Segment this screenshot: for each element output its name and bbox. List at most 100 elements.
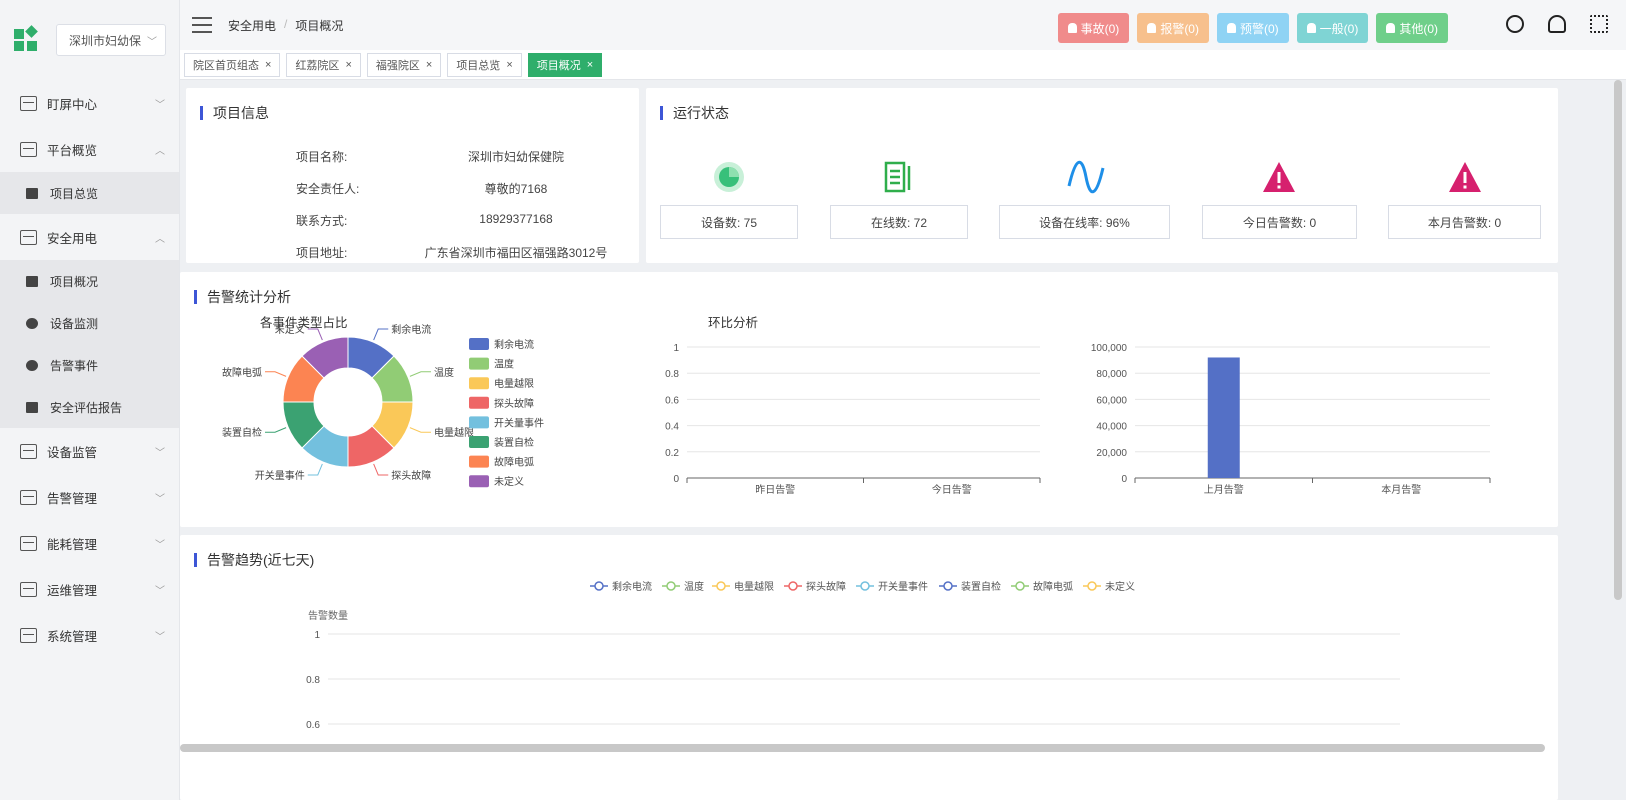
bar bbox=[1207, 357, 1240, 478]
bell-icon bbox=[26, 359, 38, 371]
close-icon[interactable]: × bbox=[345, 59, 351, 71]
legend-swatch bbox=[469, 338, 489, 350]
qrcode-icon[interactable] bbox=[1590, 15, 1608, 33]
legend-label: 探头故障 bbox=[494, 397, 534, 410]
warning-alarm-button[interactable]: 预警(0) bbox=[1216, 13, 1289, 43]
stat-label: 设备在线率: 96% bbox=[1039, 215, 1130, 230]
alarm-buttons: 事故(0) 报警(0) 预警(0) 一般(0) 其他(0) bbox=[1057, 13, 1448, 43]
menu-icon bbox=[20, 141, 37, 157]
bell-icon bbox=[1306, 23, 1316, 33]
legend-swatch bbox=[469, 436, 489, 448]
sidebar-subitem-project-status[interactable]: 项目概况 bbox=[0, 260, 179, 302]
sidebar-item-alarm-mgmt[interactable]: 告警管理 ﹀ bbox=[0, 474, 179, 520]
alarm-analysis-charts: 各事件类型占比 剩余电流温度电量越限探头故障开关量事件装置自检故障电弧未定义 剩… bbox=[222, 315, 1491, 496]
alarm-button-label: 预警(0) bbox=[1239, 21, 1279, 36]
legend-label: 电量越限 bbox=[734, 580, 774, 593]
legend-label: 剩余电流 bbox=[612, 580, 652, 593]
sidebar-subitem-alarm-events[interactable]: 告警事件 bbox=[0, 344, 179, 386]
tab-project-overview[interactable]: 项目总览 × bbox=[447, 52, 522, 77]
tab-honglie-campus[interactable]: 红荔院区 × bbox=[286, 52, 361, 77]
tab-fuqiang-campus[interactable]: 福强院区 × bbox=[366, 52, 442, 77]
info-key: 项目名称: bbox=[296, 150, 348, 164]
general-alarm-button[interactable]: 一般(0) bbox=[1296, 13, 1369, 43]
sidebar-subitem-safety-report[interactable]: 安全评估报告 bbox=[0, 386, 179, 428]
logo-row: 深圳市妇幼保 ﹀ bbox=[0, 0, 179, 80]
pie-icon bbox=[714, 162, 744, 192]
y-tick-label: 20,000 bbox=[1096, 448, 1127, 459]
menu-icon bbox=[20, 95, 37, 111]
pie-label-line bbox=[307, 328, 323, 341]
sidebar-subitem-project-overview[interactable]: 项目总览 bbox=[0, 172, 179, 214]
org-select[interactable]: 深圳市妇幼保 ﹀ bbox=[56, 24, 166, 56]
side-menu: 盯屏中心 ﹀ 平台概览 ︿ 项目总览 安全用电 ︿ 项目概况 设备监测 告警事件… bbox=[0, 80, 179, 658]
sidebar-item-safety-power[interactable]: 安全用电 ︿ bbox=[0, 214, 179, 260]
vertical-scrollbar[interactable] bbox=[1614, 80, 1622, 600]
sidebar-item-energy-mgmt[interactable]: 能耗管理 ﹀ bbox=[0, 520, 179, 566]
pie-label-line bbox=[265, 427, 287, 433]
sidebar-item-label: 系统管理 bbox=[47, 629, 98, 644]
header-icons bbox=[1506, 15, 1608, 33]
close-icon[interactable]: × bbox=[426, 59, 432, 71]
pie-slice-label: 温度 bbox=[434, 366, 454, 379]
camera-icon bbox=[26, 317, 38, 329]
alarm-button[interactable]: 报警(0) bbox=[1137, 13, 1209, 43]
tab-label: 福强院区 bbox=[375, 59, 420, 72]
y-tick-label: 80,000 bbox=[1096, 369, 1127, 380]
project-info-panel: 项目信息 项目名称: 深圳市妇幼保健院 安全责任人: 尊敬的7168 联系方式: 18… bbox=[186, 88, 639, 263]
legend-swatch bbox=[469, 475, 489, 488]
breadcrumb-item: 项目概况 bbox=[295, 18, 344, 33]
pie-label-line bbox=[307, 463, 323, 476]
online-count-box: 在线数: 72 bbox=[830, 205, 968, 239]
sidebar-subitem-device-monitor[interactable]: 设备监测 bbox=[0, 302, 179, 344]
bell-icon bbox=[1067, 23, 1077, 33]
pie-label-line bbox=[373, 328, 389, 341]
org-select-label: 深圳市妇幼保 bbox=[69, 33, 142, 48]
legend-label: 故障电弧 bbox=[494, 456, 534, 469]
y-tick-label: 0.6 bbox=[306, 720, 320, 731]
y-tick-label: 0 bbox=[673, 474, 679, 485]
legend-label: 温度 bbox=[494, 358, 514, 371]
tab-bar: 院区首页组态 × 红荔院区 × 福强院区 × 项目总览 × 项目概况 × bbox=[180, 50, 1626, 80]
breadcrumb-item[interactable]: 安全用电 bbox=[228, 17, 276, 34]
y-tick-label: 0.4 bbox=[665, 422, 679, 433]
bell-icon bbox=[1226, 23, 1236, 33]
tab-campus-home[interactable]: 院区首页组态 × bbox=[184, 52, 281, 77]
info-row: 项目地址: 广东省深圳市福田区福强路3012号 bbox=[186, 244, 626, 261]
sidebar-item-device-mgmt[interactable]: 设备监管 ﹀ bbox=[0, 428, 179, 474]
user-icon[interactable] bbox=[1548, 15, 1566, 33]
table-icon bbox=[26, 187, 38, 199]
sidebar-item-ops-mgmt[interactable]: 运维管理 ﹀ bbox=[0, 566, 179, 612]
trend-ylabel: 告警数量 bbox=[308, 609, 348, 622]
tab-label: 院区首页组态 bbox=[193, 59, 259, 72]
gear-icon[interactable] bbox=[1506, 15, 1524, 33]
close-icon[interactable]: × bbox=[265, 59, 271, 71]
horizontal-scrollbar[interactable] bbox=[180, 744, 1545, 752]
legend-swatch bbox=[469, 396, 489, 409]
other-alarm-button[interactable]: 其他(0) bbox=[1376, 13, 1448, 43]
info-key: 安全责任人: bbox=[296, 182, 360, 196]
legend-label: 探头故障 bbox=[806, 580, 846, 593]
stat-label: 今日告警数: 0 bbox=[1242, 215, 1317, 230]
y-tick-label: 40,000 bbox=[1096, 422, 1127, 433]
pie-slice-label: 未定义 bbox=[275, 323, 305, 336]
x-tick-label: 上月告警 bbox=[1204, 483, 1244, 496]
accident-alarm-button[interactable]: 事故(0) bbox=[1057, 13, 1130, 43]
legend-swatch bbox=[469, 455, 489, 468]
close-icon[interactable]: × bbox=[587, 59, 593, 71]
stat-label: 在线数: 72 bbox=[870, 215, 928, 230]
sidebar-item-monitor-center[interactable]: 盯屏中心 ﹀ bbox=[0, 80, 179, 126]
sidebar-item-platform-overview[interactable]: 平台概览 ︿ bbox=[0, 126, 179, 172]
legend-label: 未定义 bbox=[494, 475, 524, 488]
legend-swatch bbox=[469, 377, 489, 390]
sidebar-item-label: 盯屏中心 bbox=[47, 97, 98, 112]
info-key: 联系方式: bbox=[296, 214, 348, 228]
pie-slice-label: 故障电弧 bbox=[222, 366, 262, 379]
close-icon[interactable]: × bbox=[506, 59, 512, 71]
legend-label: 故障电弧 bbox=[1033, 580, 1073, 593]
sidebar-item-system-mgmt[interactable]: 系统管理 ﹀ bbox=[0, 612, 179, 658]
menu-fold-icon[interactable] bbox=[192, 17, 212, 33]
legend-swatch bbox=[469, 416, 489, 429]
monitor-icon bbox=[20, 229, 37, 245]
tab-project-status[interactable]: 项目概况 × bbox=[527, 52, 603, 77]
logo-icon bbox=[14, 25, 40, 53]
